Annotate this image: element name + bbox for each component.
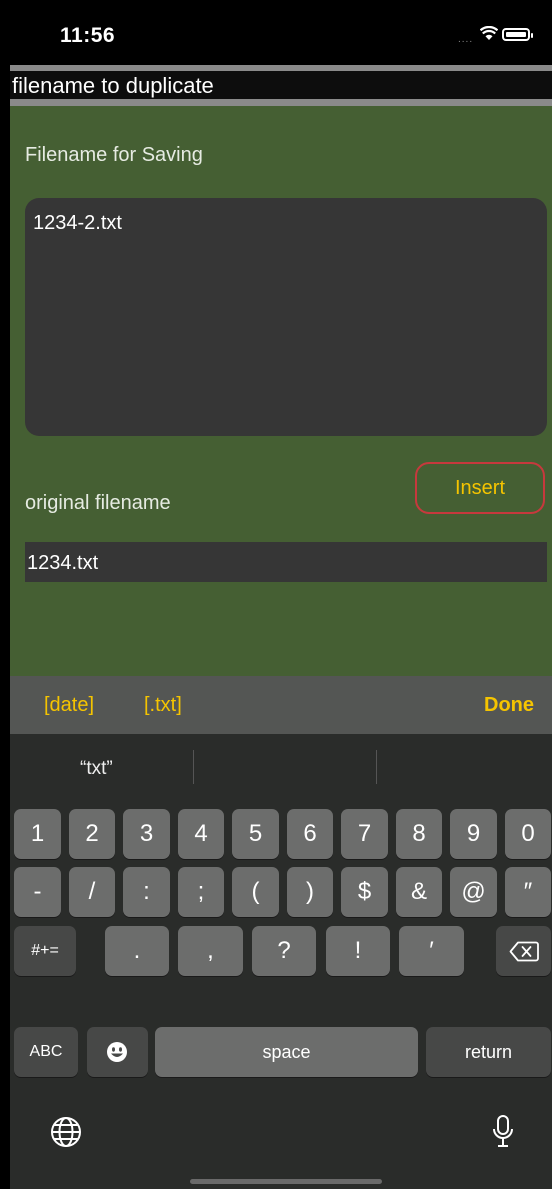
form-panel: Filename for Saving 1234-2.txt original … [10, 106, 552, 676]
key-period[interactable]: . [105, 926, 169, 976]
key-comma[interactable]: , [178, 926, 243, 976]
keyboard-accessory-bar: [date] [.txt] Done [10, 676, 552, 734]
insert-button[interactable]: Insert [415, 462, 545, 514]
microphone-icon[interactable] [492, 1114, 514, 1150]
abc-key[interactable]: ABC [14, 1027, 78, 1077]
insert-txt-button[interactable]: [.txt] [144, 694, 182, 717]
left-edge [0, 0, 10, 1189]
suggestion-divider [376, 750, 377, 784]
status-time: 11:56 [60, 24, 116, 47]
key-7[interactable]: 7 [341, 809, 388, 859]
key-0[interactable]: 0 [505, 809, 551, 859]
key-2[interactable]: 2 [69, 809, 115, 859]
key-open-paren[interactable]: ( [232, 867, 279, 917]
key-3[interactable]: 3 [123, 809, 170, 859]
save-filename-textarea[interactable]: 1234-2.txt [25, 198, 547, 436]
battery-icon [502, 28, 533, 41]
insert-date-button[interactable]: [date] [44, 694, 94, 717]
key-at[interactable]: @ [450, 867, 497, 917]
phone-screen: 11:56 .... filename to duplicate Filenam… [10, 0, 552, 1189]
space-key[interactable]: space [155, 1027, 418, 1077]
emoji-icon [107, 1042, 127, 1062]
screen: 11:56 .... filename to duplicate Filenam… [0, 0, 552, 1189]
delete-key[interactable] [496, 926, 551, 976]
suggestion-divider [193, 750, 194, 784]
keyboard: [date] [.txt] Done “txt” 1 2 3 4 5 6 7 8… [10, 676, 552, 1189]
return-key[interactable]: return [426, 1027, 551, 1077]
key-exclamation[interactable]: ! [326, 926, 390, 976]
original-filename-field[interactable]: 1234.txt [25, 542, 547, 582]
key-slash[interactable]: / [69, 867, 115, 917]
save-filename-label: Filename for Saving [25, 144, 203, 166]
key-dollar[interactable]: $ [341, 867, 388, 917]
key-8[interactable]: 8 [396, 809, 442, 859]
suggestion-item[interactable]: “txt” [80, 758, 113, 780]
title-bar: filename to duplicate [10, 71, 552, 99]
key-hyphen[interactable]: - [14, 867, 61, 917]
original-filename-label: original filename [25, 492, 171, 514]
key-apostrophe[interactable]: ′ [399, 926, 464, 976]
key-ampersand[interactable]: & [396, 867, 442, 917]
key-semicolon[interactable]: ; [178, 867, 224, 917]
key-1[interactable]: 1 [14, 809, 61, 859]
signal-icon: .... [458, 34, 474, 45]
status-bar: 11:56 .... [10, 0, 552, 64]
backspace-icon [509, 941, 539, 962]
predictive-bar: “txt” [10, 734, 552, 800]
save-filename-value: 1234-2.txt [33, 212, 122, 234]
done-button[interactable]: Done [484, 694, 534, 717]
emoji-key[interactable] [87, 1027, 148, 1077]
key-4[interactable]: 4 [178, 809, 224, 859]
key-9[interactable]: 9 [450, 809, 497, 859]
globe-icon[interactable] [50, 1116, 82, 1148]
key-colon[interactable]: : [123, 867, 170, 917]
home-indicator [190, 1179, 382, 1184]
key-6[interactable]: 6 [287, 809, 333, 859]
key-question[interactable]: ? [252, 926, 316, 976]
original-filename-value: 1234.txt [27, 552, 99, 574]
key-5[interactable]: 5 [232, 809, 279, 859]
key-quote[interactable]: ″ [505, 867, 551, 917]
wifi-icon [480, 26, 498, 40]
key-close-paren[interactable]: ) [287, 867, 333, 917]
divider-bottom [10, 99, 552, 106]
more-symbols-key[interactable]: #+= [14, 926, 76, 976]
